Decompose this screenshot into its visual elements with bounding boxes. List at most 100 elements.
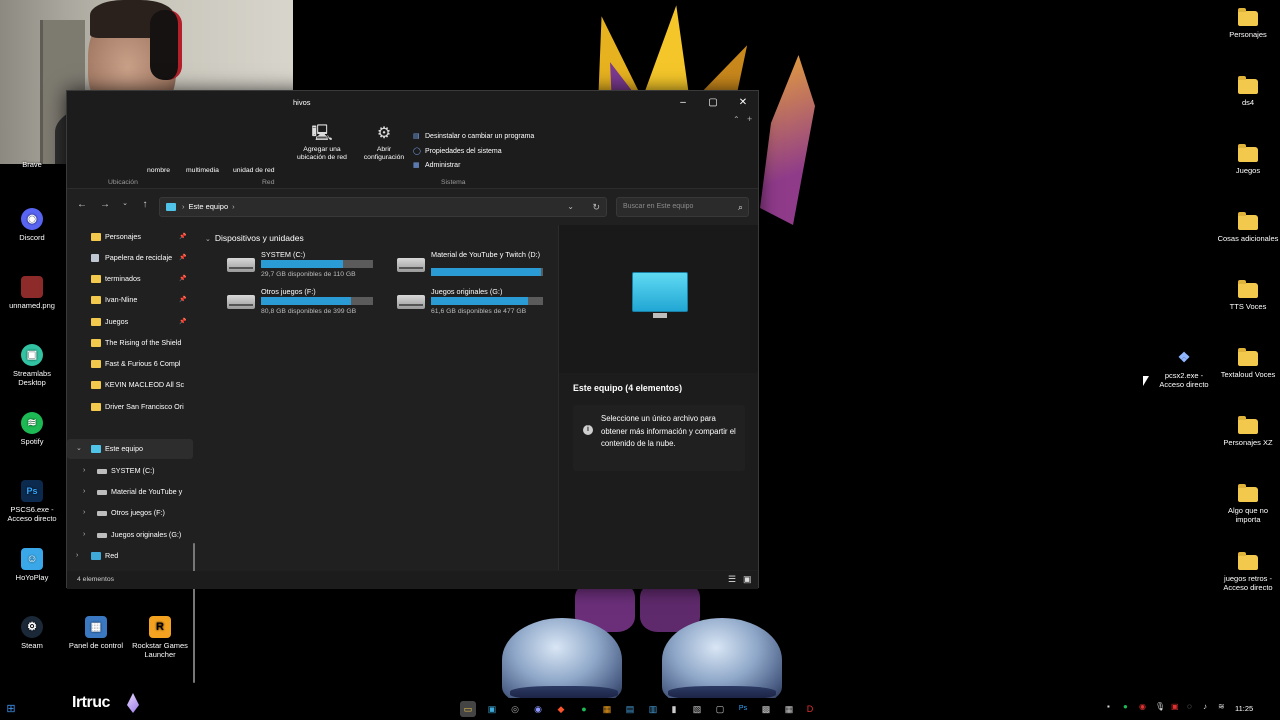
app-taskbar-icon[interactable]: ▤ (622, 701, 638, 717)
desktop-icon-rockstar[interactable]: R Rockstar Games Launcher (128, 616, 192, 659)
desktop-icon-algo-que-no-importa[interactable]: Algo que no importa (1216, 484, 1280, 524)
nav-item-ivan-nline[interactable]: Ivan-Nline 📌 (67, 290, 193, 310)
desktop-icon-ds4[interactable]: ds4 (1216, 76, 1280, 107)
chevron-right-icon[interactable]: › (76, 546, 78, 566)
title-bar[interactable]: hivos – ▢ ✕ (67, 91, 758, 115)
desktop-icon-juegos-retros[interactable]: juegos retros - Acceso directo (1216, 552, 1280, 592)
folder-icon (1238, 280, 1258, 298)
browser-taskbar-icon[interactable]: ◎ (507, 701, 523, 717)
ribbon-cut-label[interactable]: unidad de red (233, 167, 275, 174)
up-button[interactable]: ↑ (138, 199, 152, 210)
drive-tile-c[interactable]: SYSTEM (C:) 29,7 GB disponibles de 110 G… (227, 251, 387, 285)
photoshop-taskbar-icon[interactable]: Ps (735, 701, 751, 717)
ribbon-cut-label[interactable]: multimedia (186, 167, 219, 174)
app-taskbar-icon[interactable]: ▮ (666, 701, 682, 717)
nav-item-driver-sf[interactable]: Driver San Francisco Ori (67, 397, 193, 417)
nav-scrollbar[interactable] (193, 543, 195, 683)
tray-icon[interactable]: ▣ (1171, 702, 1179, 711)
tray-icon[interactable]: ◉ (1139, 702, 1146, 711)
nav-item-drive-d[interactable]: › Material de YouTube y (67, 482, 193, 502)
chevron-right-icon[interactable]: › (83, 482, 85, 502)
tiles-view-icon[interactable]: ▣ (743, 574, 752, 585)
nav-item-drive-c[interactable]: › SYSTEM (C:) (67, 461, 193, 481)
desktop-icon-cosas-adicionales[interactable]: Cosas adicionales (1216, 212, 1280, 243)
search-input[interactable]: Buscar en Este equipo ⌕ (616, 197, 749, 217)
desktop-icon-pscs6[interactable]: Ps PSCS6.exe - Acceso directo (0, 480, 64, 523)
section-header[interactable]: ⌄ Dispositivos y unidades (205, 233, 304, 243)
app-taskbar-icon[interactable]: ▧ (689, 701, 705, 717)
close-button[interactable]: ✕ (733, 95, 753, 111)
app-taskbar-icon[interactable]: D (802, 701, 818, 717)
maximize-button[interactable]: ▢ (703, 95, 723, 111)
recent-locations-button[interactable]: ⌄ (118, 199, 132, 207)
desktop-icon-label: Juegos (1235, 166, 1261, 175)
app-taskbar-icon[interactable]: ▩ (758, 701, 774, 717)
chevron-right-icon[interactable]: › (83, 525, 85, 545)
uninstall-program-button[interactable]: ▤ Desinstalar o cambiar un programa (413, 132, 534, 140)
nav-item-este-equipo[interactable]: ⌄ Este equipo (67, 439, 193, 459)
tray-icon[interactable]: ● (1123, 702, 1128, 711)
app-taskbar-icon[interactable]: ▦ (599, 701, 615, 717)
desktop-icon-tts-voces[interactable]: TTS Voces (1216, 280, 1280, 311)
ribbon-group-system: Sistema (441, 179, 466, 186)
chevron-down-icon[interactable]: ⌄ (76, 439, 82, 459)
address-bar[interactable]: › Este equipo › ⌄ ↻ (159, 197, 607, 217)
drive-tile-f[interactable]: Otros juegos (F:) 80,8 GB disponibles de… (227, 288, 387, 322)
tray-icon[interactable]: ♪ (1203, 702, 1207, 711)
desktop-icon-steam[interactable]: ⚙ Steam (0, 616, 64, 650)
details-view-icon[interactable]: ☰ (728, 574, 736, 585)
desktop-icon-pcsx2[interactable]: ❖ pcsx2.exe - Acceso directo (1152, 346, 1216, 390)
open-settings-button[interactable]: ⚙ Abrir configuración (359, 125, 409, 162)
refresh-icon[interactable]: ↻ (592, 198, 600, 216)
nav-item-drive-f[interactable]: › Otros juegos (F:) (67, 503, 193, 523)
desktop-icon-personajes-xz[interactable]: Personajes XZ (1216, 416, 1280, 447)
brave-taskbar-icon[interactable]: ◆ (553, 701, 569, 717)
desktop-icon-brave[interactable]: Brave (0, 160, 64, 169)
add-network-location-button[interactable]: 🖳 Agregar una ubicación de red (293, 125, 351, 162)
nav-item-juegos[interactable]: Juegos 📌 (67, 312, 193, 332)
address-path: Este equipo (188, 202, 229, 211)
ribbon-collapse-icon[interactable]: ⌃ (733, 115, 740, 124)
address-dropdown-icon[interactable]: ⌄ (567, 198, 574, 216)
minimize-button[interactable]: – (673, 95, 693, 111)
app-taskbar-icon[interactable]: ▣ (484, 701, 500, 717)
nav-item-terminados[interactable]: terminados 📌 (67, 269, 193, 289)
discord-taskbar-icon[interactable]: ◉ (530, 701, 546, 717)
back-button[interactable]: ← (75, 199, 89, 210)
file-explorer-taskbar-icon[interactable]: ▭ (460, 701, 476, 717)
nav-item-kevin-macleod[interactable]: KEVIN MACLEOD All Sc (67, 375, 193, 395)
system-properties-button[interactable]: ◯ Propiedades del sistema (413, 147, 502, 155)
desktop-icon-textaloud-voces[interactable]: Textaloud Voces (1216, 348, 1280, 379)
desktop-icon-juegos[interactable]: Juegos (1216, 144, 1280, 175)
desktop-icon-hoyoplay[interactable]: ☺ HoYoPlay (0, 548, 64, 582)
tray-icon[interactable]: ▪ (1107, 702, 1110, 711)
start-icon[interactable]: ⊞ (3, 701, 19, 717)
drive-tile-g[interactable]: Juegos originales (G:) 61,6 GB disponibl… (397, 288, 557, 322)
nav-item-papelera[interactable]: Papelera de reciclaje 📌 (67, 248, 193, 268)
app-taskbar-icon[interactable]: ▢ (712, 701, 728, 717)
clock[interactable]: 11:25 (1235, 704, 1253, 713)
desktop-icon-discord[interactable]: ◉ Discord (0, 208, 64, 242)
app-taskbar-icon[interactable]: ▦ (781, 701, 797, 717)
nav-item-red[interactable]: › Red (67, 546, 193, 566)
ribbon-plus-icon[interactable]: + (747, 114, 752, 124)
desktop-icon-unnamed-png[interactable]: unnamed.png (0, 276, 64, 310)
app-taskbar-icon[interactable]: ▥ (645, 701, 661, 717)
nav-item-rising-shield[interactable]: The Rising of the Shield (67, 333, 193, 353)
nav-item-drive-g[interactable]: › Juegos originales (G:) (67, 525, 193, 545)
desktop-icon-spotify[interactable]: ≋ Spotify (0, 412, 64, 446)
tray-icon[interactable]: ◌ (1187, 702, 1192, 711)
nav-item-fast-furious[interactable]: Fast & Furious 6 Compl (67, 354, 193, 374)
desktop-icon-panel-de-control[interactable]: ▦ Panel de control (64, 616, 128, 650)
nav-item-personajes[interactable]: Personajes 📌 (67, 227, 193, 247)
spotify-taskbar-icon[interactable]: ● (576, 701, 592, 717)
forward-button[interactable]: → (98, 199, 112, 210)
desktop-icon-personajes[interactable]: Personajes (1216, 8, 1280, 39)
manage-button[interactable]: ▦ Administrar (413, 161, 460, 169)
chevron-right-icon[interactable]: › (83, 461, 85, 481)
wifi-icon[interactable]: ≋ (1218, 702, 1225, 711)
chevron-right-icon[interactable]: › (83, 503, 85, 523)
desktop-icon-streamlabs[interactable]: ▣ Streamlabs Desktop (0, 344, 64, 387)
drive-tile-d[interactable]: Material de YouTube y Twitch (D:) (397, 251, 557, 285)
microphone-icon[interactable]: 🎙 (1155, 702, 1165, 711)
